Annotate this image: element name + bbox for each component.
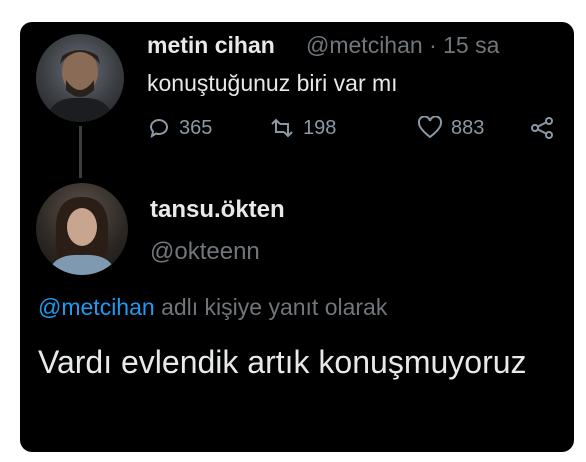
- retweet-icon: [269, 116, 295, 140]
- share-button[interactable]: [529, 116, 555, 140]
- tweet1-handle-and-time[interactable]: @metcihan · 15 sa: [306, 32, 499, 59]
- like-icon: [417, 116, 443, 140]
- replying-to-line: @metcihan adlı kişiye yanıt olarak: [38, 294, 387, 321]
- tweet1-action-bar: 365 198 883: [147, 116, 553, 146]
- like-button[interactable]: 883: [417, 116, 484, 140]
- avatar-metin-cihan[interactable]: [36, 34, 124, 122]
- retweet-button[interactable]: 198: [269, 116, 336, 140]
- reply-icon: [147, 116, 171, 140]
- tweet1-display-name[interactable]: metin cihan: [147, 32, 275, 59]
- retweet-count: 198: [303, 116, 337, 139]
- thread-connector-line: [79, 126, 82, 178]
- tweet2-handle[interactable]: @okteenn: [150, 238, 260, 266]
- share-icon: [529, 116, 555, 140]
- tweet2-display-name[interactable]: tansu.ökten: [150, 196, 285, 224]
- tweet-thread-card: metin cihan @metcihan · 15 sa konuştuğun…: [20, 22, 574, 452]
- reply-button[interactable]: 365: [147, 116, 212, 140]
- reply-suffix-text: adlı kişiye yanıt olarak: [154, 294, 388, 320]
- reply-count: 365: [179, 116, 213, 139]
- tweet1-text: konuştuğunuz biri var mı: [147, 70, 398, 96]
- like-count: 883: [451, 116, 485, 139]
- tweet2-text: Vardı evlendik artık konuşmuyoruz: [38, 344, 527, 380]
- avatar-tansu-okten[interactable]: [36, 183, 128, 275]
- reply-mention-link[interactable]: @metcihan: [38, 294, 155, 320]
